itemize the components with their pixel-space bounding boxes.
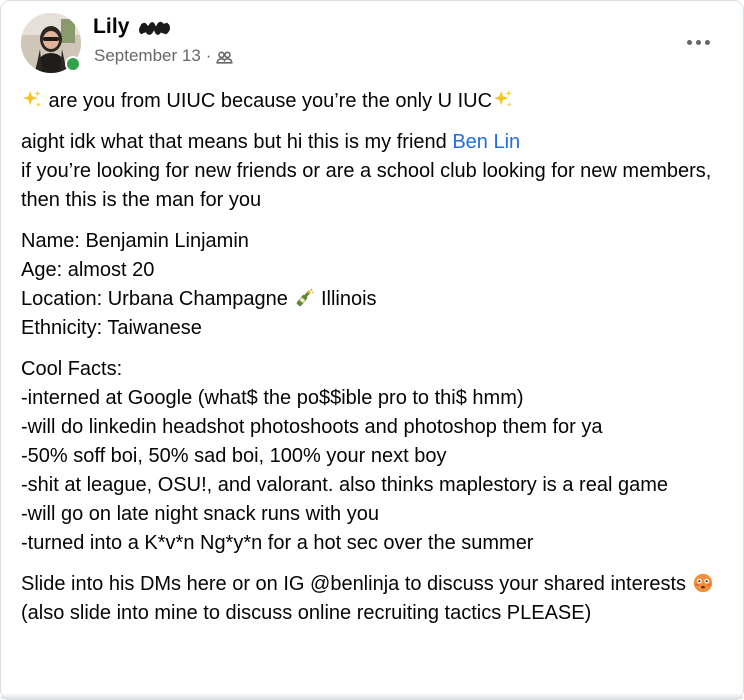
post-text-uiuc: are you from UIUC because you’re the onl… (43, 90, 493, 112)
post-line-location: Location: Urbana Champagne Illinois (21, 285, 721, 314)
post-text-fact-2: -will do linkedin headshot photoshoots a… (21, 416, 603, 438)
post-text-age: Age: almost 20 (21, 259, 155, 281)
mention-link-ben-lin[interactable]: Ben Lin (452, 131, 520, 153)
post-text-fact-3: -50% soff boi, 50% sad boi, 100% your ne… (21, 445, 447, 467)
post-text-cool-facts: Cool Facts: (21, 358, 123, 380)
post-date[interactable]: September 13 (94, 46, 201, 66)
post-text-friend: aight idk what that means but hi this is… (21, 131, 453, 153)
online-status-indicator (65, 56, 81, 72)
post-text-illinois: Illinois (315, 288, 377, 310)
meta-separator: · (205, 46, 212, 65)
post-paragraph-profile: Name: Benjamin Linjamin Age: almost 20 L… (21, 227, 721, 343)
more-options-icon (695, 39, 701, 45)
post-text-ethnicity: Ethnicity: Taiwanese (21, 317, 202, 339)
post-meta: September 13 · (94, 46, 234, 66)
more-options-icon (704, 39, 710, 45)
post-text-closing: Slide into his DMs here or on IG @benlin… (21, 573, 692, 595)
post-paragraph-intro: are you from UIUC because you’re the onl… (21, 87, 721, 116)
name-redaction-scribble (138, 21, 170, 35)
post-bottom-edge (1, 693, 743, 699)
facebook-post: Lily September 13 · are you from UIUC be… (0, 0, 744, 700)
friends-audience-icon[interactable] (216, 49, 234, 66)
post-text-fact-5: -will go on late night snack runs with y… (21, 503, 379, 525)
post-text-name: Name: Benjamin Linjamin (21, 230, 249, 252)
post-body: are you from UIUC because you’re the onl… (21, 87, 721, 640)
author-row: Lily (93, 15, 172, 39)
post-paragraph-friend: aight idk what that means but hi this is… (21, 128, 721, 215)
post-text-fact-6: -turned into a K*v*n Ng*y*n for a hot se… (21, 532, 534, 554)
sparkles-icon (493, 89, 513, 108)
flushed-face-icon (693, 573, 712, 593)
author-name[interactable]: Lily (93, 15, 130, 39)
post-text-fact-1: -interned at Google (what$ the po$$ible … (21, 387, 524, 409)
post-text-looking: if you’re looking for new friends or are… (21, 160, 712, 211)
more-options-icon (686, 39, 692, 45)
post-text-fact-4: -shit at league, OSU!, and valorant. als… (21, 474, 668, 496)
post-paragraph-facts: Cool Facts: -interned at Google (what$ t… (21, 355, 721, 558)
champagne-bottle-icon (297, 288, 314, 307)
more-options-button[interactable] (683, 27, 713, 57)
post-paragraph-closing: Slide into his DMs here or on IG @benlin… (21, 570, 721, 628)
post-text-closing-2: (also slide into mine to discuss online … (21, 602, 592, 624)
post-header: Lily September 13 · (1, 1, 743, 81)
post-line-closing: Slide into his DMs here or on IG @benlin… (21, 570, 721, 599)
sparkles-icon (22, 89, 42, 108)
post-text-location: Location: Urbana Champagne (21, 288, 294, 310)
post-line-uiuc: are you from UIUC because you’re the onl… (21, 87, 721, 116)
post-line-friend: aight idk what that means but hi this is… (21, 128, 721, 157)
